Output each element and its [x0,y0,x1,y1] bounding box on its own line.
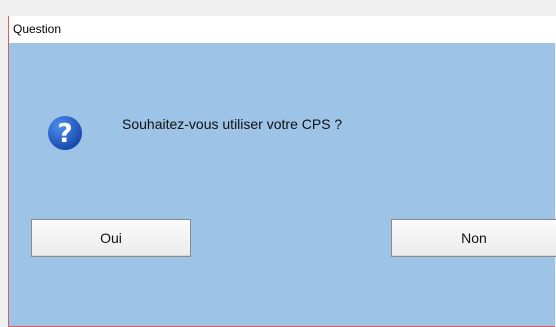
dialog-message: Souhaitez-vous utiliser votre CPS ? [122,116,343,132]
yes-button[interactable]: Oui [31,219,191,257]
no-button[interactable]: Non [391,219,556,257]
question-dialog: Question ? Souhaitez-vous utiliser votre… [8,16,556,327]
window-title: Question [13,22,62,36]
question-icon: ? [47,115,83,151]
title-bar[interactable]: Question [9,16,556,43]
svg-text:?: ? [57,119,72,149]
dialog-body: ? Souhaitez-vous utiliser votre CPS ? Ou… [9,43,556,326]
